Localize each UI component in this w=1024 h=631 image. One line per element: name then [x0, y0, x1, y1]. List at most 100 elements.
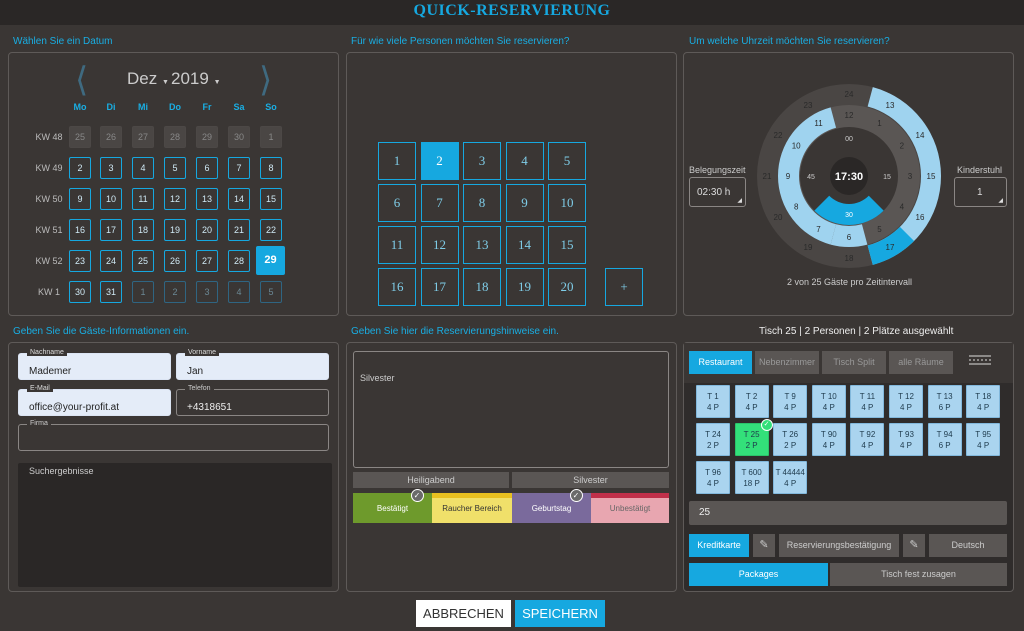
inner-hour[interactable]: 4	[900, 203, 905, 212]
outer-hour[interactable]: 13	[886, 101, 895, 110]
calendar-day[interactable]: 22	[260, 219, 282, 241]
room-tab[interactable]: Nebenzimmer	[755, 351, 819, 374]
duration-select[interactable]: 02:30 h ◢	[689, 177, 746, 207]
notes-textarea[interactable]: Silvester	[353, 351, 669, 468]
calendar-day[interactable]: 13	[196, 188, 218, 210]
person-count-button[interactable]: 8	[463, 184, 501, 222]
calendar-day[interactable]: 30	[228, 126, 250, 148]
outer-hour[interactable]: 23	[804, 101, 813, 110]
person-count-button[interactable]: 5	[548, 142, 586, 180]
calendar-day[interactable]: 20	[196, 219, 218, 241]
table-tile[interactable]: T 13 6 P	[927, 385, 962, 418]
calendar-day[interactable]: 6	[196, 157, 218, 179]
reservation-tag[interactable]: Raucher Bereich	[432, 493, 512, 523]
person-count-button[interactable]: 10	[548, 184, 586, 222]
inner-hour[interactable]: 12	[845, 111, 854, 120]
minute-label[interactable]: 30	[845, 212, 853, 219]
chip-heiligabend[interactable]: Heiligabend	[353, 472, 509, 488]
room-tab[interactable]: alle Räume	[889, 351, 953, 374]
calendar-day[interactable]: 28	[228, 250, 250, 272]
outer-hour[interactable]: 16	[916, 213, 925, 222]
person-count-button[interactable]: 16	[378, 268, 416, 306]
person-count-button[interactable]: 9	[505, 184, 544, 222]
room-tab[interactable]: Tisch Split	[822, 351, 886, 374]
calendar-day[interactable]: 30	[69, 281, 91, 303]
inner-hour[interactable]: 6	[847, 233, 852, 242]
inner-hour[interactable]: 8	[794, 203, 799, 212]
edit-icon[interactable]: ✎	[903, 534, 925, 557]
calendar-day[interactable]: 24	[100, 250, 122, 272]
lastname-field[interactable]: Nachname Mademer	[18, 349, 171, 380]
more-persons-button[interactable]: +	[605, 268, 643, 306]
person-count-button[interactable]: 15	[548, 226, 586, 264]
calendar-day[interactable]: 14	[228, 188, 250, 210]
inner-hour[interactable]: 1	[877, 119, 882, 128]
outer-hour[interactable]: 17	[886, 243, 895, 252]
calendar-day[interactable]: 4	[228, 281, 250, 303]
calendar-day[interactable]: 11	[132, 188, 154, 210]
person-count-button[interactable]: 12	[420, 226, 459, 264]
calendar-day[interactable]: 17	[100, 219, 122, 241]
calendar-day[interactable]: 21	[228, 219, 250, 241]
calendar-day[interactable]: 3	[196, 281, 218, 303]
table-tile[interactable]: T 44444 4 P	[773, 461, 808, 494]
inner-hour[interactable]: 11	[814, 119, 823, 128]
calendar-day[interactable]: 15	[260, 188, 282, 210]
outer-hour[interactable]: 21	[763, 172, 772, 181]
calendar-day[interactable]: 4	[132, 157, 154, 179]
minute-label[interactable]: 15	[883, 174, 891, 181]
calendar-day[interactable]: 31	[100, 281, 122, 303]
calendar-day[interactable]: 2	[164, 281, 186, 303]
calendar-day[interactable]: 5	[164, 157, 186, 179]
outer-hour[interactable]: 15	[927, 172, 936, 181]
calendar-day[interactable]: 5	[260, 281, 282, 303]
table-tile[interactable]: T 11 4 P	[850, 385, 885, 418]
calendar-day[interactable]: 9	[69, 188, 91, 210]
calendar-day[interactable]: 10	[100, 188, 122, 210]
table-tile[interactable]: T 24 P	[734, 385, 769, 418]
table-tile[interactable]: T 94 P	[773, 385, 808, 418]
confirmation-button[interactable]: Reservierungsbestätigung	[779, 534, 899, 557]
reservation-tag[interactable]: Geburtstag ✓	[512, 489, 591, 523]
calendar-day[interactable]: 1	[132, 281, 154, 303]
outer-hour[interactable]: 20	[774, 213, 783, 222]
calendar-day[interactable]: 12	[164, 188, 186, 210]
person-count-button[interactable]: 17	[420, 268, 459, 306]
save-button[interactable]: SPEICHERN	[515, 600, 605, 627]
email-field[interactable]: E-Mail office@your-profit.at	[18, 385, 171, 416]
minute-label[interactable]: 45	[807, 174, 815, 181]
person-count-button[interactable]: 7	[420, 184, 459, 222]
calendar-day[interactable]: 16	[69, 219, 91, 241]
calendar-day[interactable]: 25	[132, 250, 154, 272]
calendar-day[interactable]: 28	[164, 126, 186, 148]
table-tile[interactable]: T 18 4 P	[966, 385, 1001, 418]
edit-icon[interactable]: ✎	[753, 534, 775, 557]
calendar-day[interactable]: 27	[132, 126, 154, 148]
person-count-button[interactable]: 13	[463, 226, 501, 264]
inner-hour[interactable]: 10	[792, 142, 801, 151]
outer-hour[interactable]: 22	[774, 131, 783, 140]
person-count-button[interactable]: 1	[378, 142, 416, 180]
table-tile[interactable]: T 12 4 P	[889, 385, 923, 418]
table-tile[interactable]: T 95 4 P	[966, 423, 1001, 456]
inner-hour[interactable]: 9	[786, 172, 791, 181]
calendar-day[interactable]: 3	[100, 157, 122, 179]
table-tile[interactable]: T 600 18 P	[734, 461, 769, 494]
month-select[interactable]: Dez ▼	[127, 69, 169, 89]
person-count-button[interactable]: 2	[420, 142, 459, 180]
person-count-button[interactable]: 6	[378, 184, 416, 222]
inner-hour[interactable]: 5	[877, 225, 882, 234]
firstname-field[interactable]: Vorname Jan	[176, 349, 329, 380]
chip-silvester[interactable]: Silvester	[512, 472, 669, 488]
next-month-icon[interactable]: ⟩	[259, 63, 272, 97]
calendar-day[interactable]: 8	[260, 157, 282, 179]
calendar-day[interactable]: 19	[164, 219, 186, 241]
inner-hour[interactable]: 7	[816, 225, 821, 234]
language-button[interactable]: Deutsch	[929, 534, 1007, 557]
calendar-day[interactable]: 29	[196, 126, 218, 148]
inner-hour[interactable]: 2	[900, 142, 905, 151]
calendar-day[interactable]: 27	[196, 250, 218, 272]
person-count-button[interactable]: 19	[505, 268, 544, 306]
person-count-button[interactable]: 20	[548, 268, 586, 306]
table-tile[interactable]: T 10 4 P	[811, 385, 846, 418]
